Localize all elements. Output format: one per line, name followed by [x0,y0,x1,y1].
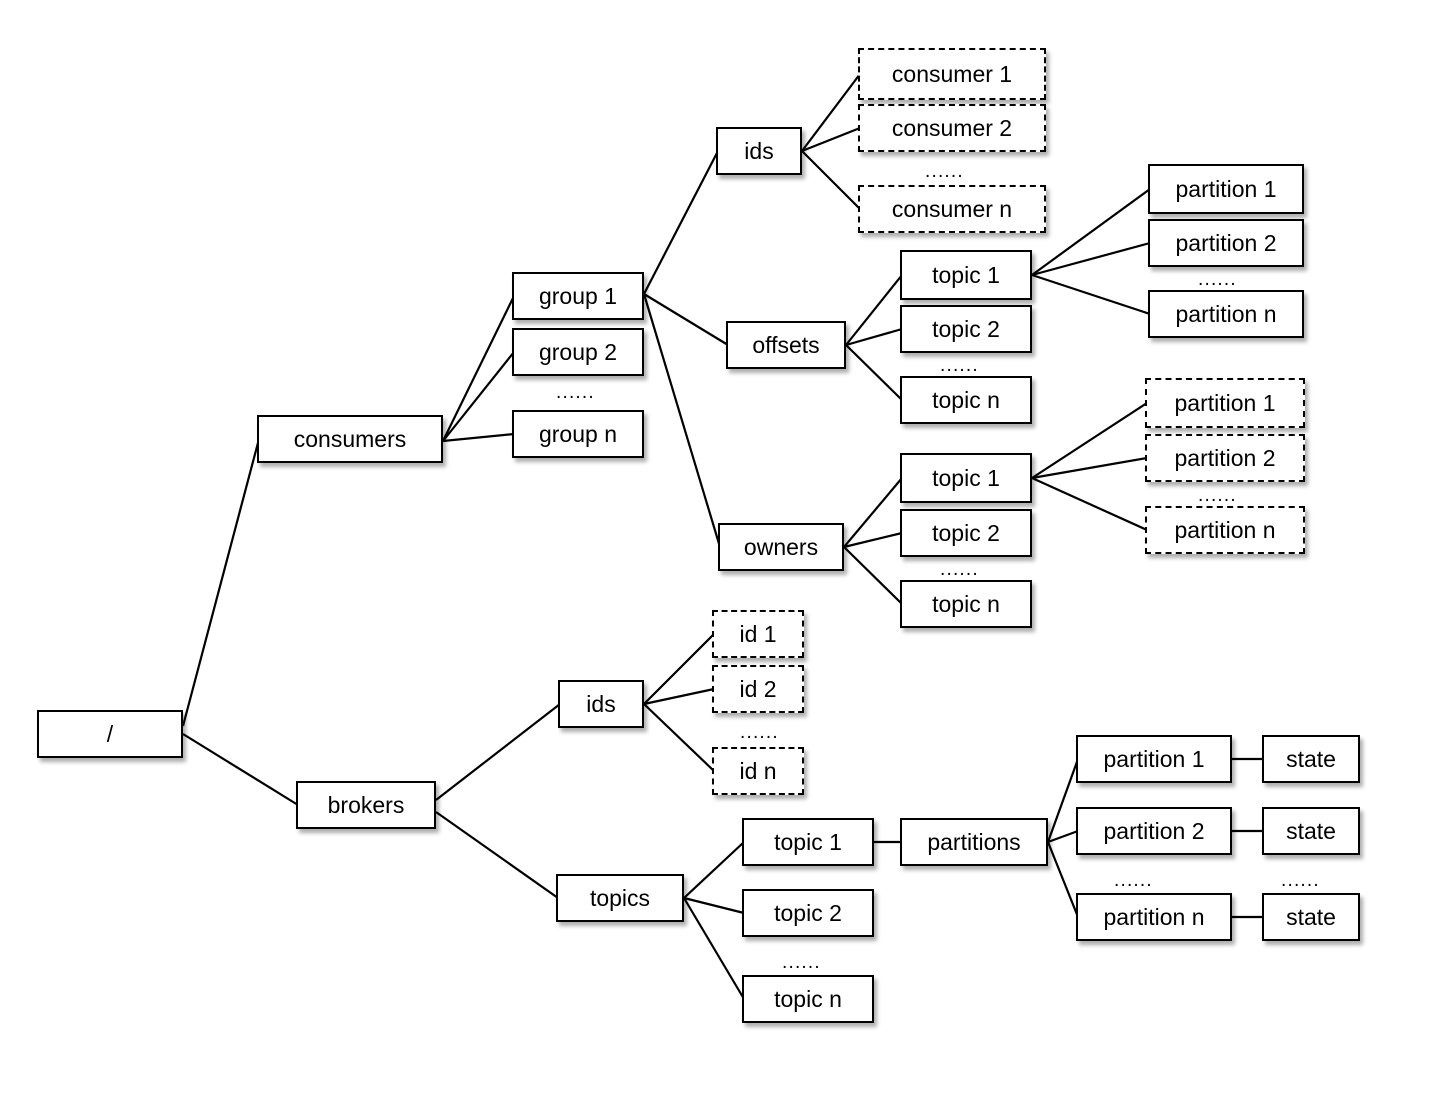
edge-consumers-to-groupn [442,432,515,443]
node-own_part1[interactable]: partition 1 [1145,378,1305,428]
edge-off_topic1-to-off_part2 [1031,241,1151,277]
node-consumern[interactable]: consumer n [858,185,1046,233]
node-off_topicn[interactable]: topic n [900,376,1032,424]
node-offsets[interactable]: offsets [726,321,846,369]
node-brokers[interactable]: brokers [296,781,436,829]
edge-partitions-to-b_part2 [1047,829,1079,844]
edge-own_topic1-to-own_part2 [1031,456,1148,480]
edge-owners-to-own_topic2 [843,531,903,549]
edge-root-to-consumers [181,438,261,727]
node-groupn[interactable]: group n [512,410,644,458]
edge-offsets-to-off_topicn [845,344,903,401]
edge-owners-to-own_topicn [843,546,903,605]
edge-c_ids-to-consumern [801,150,861,210]
node-off_topic1[interactable]: topic 1 [900,250,1032,300]
edge-root-to-brokers [182,733,299,806]
node-off_part1[interactable]: partition 1 [1148,164,1304,214]
ellipsis-separator-ell-groups: ...... [556,382,595,403]
node-off_part2[interactable]: partition 2 [1148,219,1304,267]
node-b_part2[interactable]: partition 2 [1076,807,1232,855]
edge-b_ids-to-id1 [643,633,715,705]
edge-offsets-to-off_topic1 [845,274,903,346]
edge-group1-to-offsets [643,293,729,346]
edge-brokers-to-topics [435,811,559,899]
node-b_partn[interactable]: partition n [1076,893,1232,941]
node-own_topic1[interactable]: topic 1 [900,453,1032,503]
node-root[interactable]: / [37,710,183,758]
edge-c_ids-to-consumer1 [801,73,861,152]
node-b_topicn[interactable]: topic n [742,975,874,1023]
node-consumer2[interactable]: consumer 2 [858,104,1046,152]
ellipsis-separator-ell-bparts: ...... [1114,870,1153,891]
ellipsis-separator-ell-states: ...... [1281,870,1320,891]
edge-offsets-to-off_topic2 [845,327,903,347]
edge-partitions-to-b_partn [1046,841,1080,918]
edge-topics-to-b_topic2 [683,896,745,915]
edge-owners-to-own_topic1 [843,477,903,548]
ellipsis-separator-ell-consumers: ...... [925,161,964,182]
node-b_ids[interactable]: ids [558,680,644,728]
znode-hierarchy-diagram: / consumers brokers group 1 group 2 group n id… [0,0,1444,1096]
node-own_partn[interactable]: partition n [1145,506,1305,554]
ellipsis-separator-ell-btopics: ...... [782,952,821,973]
node-topics[interactable]: topics [556,874,684,922]
edge-off_topic1-to-off_part1 [1031,188,1151,276]
node-c_ids[interactable]: ids [716,127,802,175]
edge-consumers-to-group2 [442,351,515,442]
edge-b_ids-to-id2 [643,687,715,706]
ellipsis-separator-ell-ids: ...... [740,722,779,743]
ellipsis-separator-ell-owntopics: ...... [940,559,979,580]
edge-b_ids-to-idn [643,703,715,772]
node-owners[interactable]: owners [718,523,844,571]
node-b_topic1[interactable]: topic 1 [742,818,874,866]
ellipsis-separator-ell-offparts: ...... [1198,269,1237,290]
node-consumers[interactable]: consumers [257,415,443,463]
edge-group1-to-owners [642,293,722,548]
node-id2[interactable]: id 2 [712,665,804,713]
node-state2[interactable]: state [1262,807,1360,855]
node-own_topicn[interactable]: topic n [900,580,1032,628]
node-group1[interactable]: group 1 [512,272,644,320]
node-b_part1[interactable]: partition 1 [1076,735,1232,783]
ellipsis-separator-ell-ownparts: ...... [1198,485,1237,506]
node-partitions[interactable]: partitions [900,818,1048,866]
node-off_partn[interactable]: partition n [1148,290,1304,338]
node-state1[interactable]: state [1262,735,1360,783]
edge-partitions-to-b_part1 [1046,758,1080,843]
edge-consumers-to-group1 [442,295,515,442]
edge-topics-to-b_topicn [683,897,745,1000]
node-b_topic2[interactable]: topic 2 [742,889,874,937]
ellipsis-separator-ell-offtopics: ...... [940,355,979,376]
edge-brokers-to-b_ids [435,703,561,801]
node-off_topic2[interactable]: topic 2 [900,305,1032,353]
edge-own_topic1-to-own_partn [1031,476,1148,532]
edge-topics-to-b_topic1 [683,841,745,899]
node-id1[interactable]: id 1 [712,610,804,658]
node-idn[interactable]: id n [712,747,804,795]
edge-off_topic1-to-off_partn [1031,273,1151,316]
edge-c_ids-to-consumer2 [801,126,861,153]
node-staten[interactable]: state [1262,893,1360,941]
edge-group1-to-c_ids [643,150,719,295]
node-group2[interactable]: group 2 [512,328,644,376]
node-consumer1[interactable]: consumer 1 [858,48,1046,100]
edge-own_topic1-to-own_part1 [1031,402,1148,479]
node-own_part2[interactable]: partition 2 [1145,434,1305,482]
node-own_topic2[interactable]: topic 2 [900,509,1032,557]
